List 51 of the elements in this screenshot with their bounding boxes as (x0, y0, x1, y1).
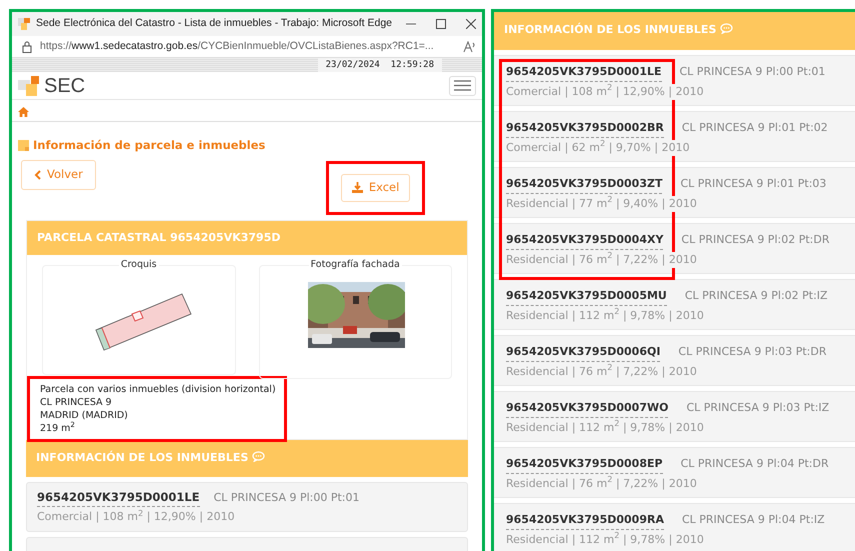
property-details: Comercial | 108 m$^{2}$ | 12,90% | 2010 (506, 84, 704, 100)
property-code[interactable]: 9654205VK3795D0007WO (506, 400, 668, 418)
property-code[interactable]: 9654205VK3795D0006QI (506, 344, 660, 362)
property-row[interactable]: 9654205VK3795D0005MU CL PRINCESA 9 Pl:02 Pt:IZ Residencial | 112 m$^{2}$ | 9,78% | 2010 (494, 279, 855, 330)
property-code[interactable]: 9654205VK3795D0009RA (506, 512, 664, 530)
property-row[interactable]: 9654205VK3795D0001LE CL PRINCESA 9 Pl:00 Pt:01 Comercial | 108 m$^{2}$ | 12,90% | 2010 (494, 55, 855, 106)
parcel-info: Parcela con varios inmuebles (division horizontal) CL PRINCESA 9 MADRID (MADRID) 219 m$^{2}$ (30, 379, 284, 439)
property-row[interactable]: 9654205VK3795D0006QI CL PRINCESA 9 Pl:03 Pt:DR Residencial | 76 m$^{2}$ | 7,22% | 2010 (494, 335, 855, 386)
property-code[interactable]: 9654205VK3795D0001LE (37, 488, 200, 507)
property-code[interactable]: 9654205VK3795D0001LE (506, 64, 662, 82)
property-details: Comercial | 108 m$^{2}$ | 12,90% | 2010 (37, 508, 236, 525)
property-code[interactable]: 9654205VK3795D0003ZT (506, 176, 662, 194)
property-address: CL PRINCESA 9 Pl:02 Pt:IZ (684, 288, 828, 304)
date-time: 23/02/2024 12:59:28 (318, 58, 442, 72)
property-code[interactable]: 9654205VK3795D0008EP (506, 456, 663, 474)
property-details: Comercial | 62 m$^{2}$ | 9,70% | 2010 (506, 140, 690, 156)
property-address: CL PRINCESA 9 Pl:01 Pt:03 (680, 176, 826, 192)
property-row[interactable]: 9654205VK3795D0001LE CL PRINCESA 9 Pl:00 Pt:01 Comercial | 108 m$^{2}$ | 12,90% | 2010 (26, 482, 468, 532)
property-row[interactable]: 9654205VK3795D0002BR CL PRINCESA 9 Pl:01 Pt:02 Comercial | 62 m$^{2}$ | 9,70% | 2010 (494, 111, 855, 162)
panel-title: Fotografía fachada (308, 259, 402, 270)
property-address: CL PRINCESA 9 Pl:03 Pt:IZ (686, 400, 830, 416)
url-text[interactable]: https://www1.sedecatastro.gob.es/CYCBienInmueble/OVCListaBienes.aspx?RC1=... (40, 38, 434, 54)
property-details: Residencial | 112 m$^{2}$ | 9,78% | 2010 (506, 420, 704, 436)
property-address: CL PRINCESA 9 Pl:01 Pt:02 (682, 120, 828, 136)
property-address: CL PRINCESA 9 Pl:00 Pt:01 (214, 490, 360, 506)
logo-text: SEC (44, 74, 86, 98)
section-heading: INFORMACIÓN DE LOS INMUEBLES (36, 451, 248, 464)
property-row[interactable]: 9654205VK3795D0008EP CL PRINCESA 9 Pl:04 Pt:DR Residencial | 76 m$^{2}$ | 7,22% | 2010 (494, 447, 855, 498)
property-code[interactable]: 9654205VK3795D0005MU (506, 288, 667, 306)
property-details: Residencial | 77 m$^{2}$ | 9,40% | 2010 (506, 196, 697, 212)
property-row[interactable]: 9654205VK3795D0004XY CL PRINCESA 9 Pl:02 Pt:DR Residencial | 76 m$^{2}$ | 7,22% | 2010 (494, 223, 855, 274)
card-header: PARCELA CATASTRAL 9654205VK3795D (27, 220, 467, 255)
property-row[interactable]: 9654205VK3795D0009RA CL PRINCESA 9 Pl:04 Pt:IZ Residencial | 112 m$^{2}$ | 9,78% | 2010 (494, 503, 855, 551)
property-address: CL PRINCESA 9 Pl:00 Pt:01 (680, 64, 826, 80)
property-row[interactable]: 9654205VK3795D0003ZT CL PRINCESA 9 Pl:01 Pt:03 Residencial | 77 m$^{2}$ | 9,40% | 2010 (494, 167, 855, 218)
property-code[interactable]: 9654205VK3795D0002BR (506, 120, 664, 138)
property-code[interactable]: 9654205VK3795D0004XY (506, 232, 664, 250)
property-address: CL PRINCESA 9 Pl:04 Pt:IZ (682, 512, 825, 528)
property-address: CL PRINCESA 9 Pl:03 Pt:DR (678, 344, 826, 360)
window-title: Sede Electrónica del Catastro - Lista de inmuebles - Trabajo: Microsoft Edge (36, 16, 392, 32)
property-address: CL PRINCESA 9 Pl:02 Pt:DR (681, 232, 830, 248)
property-details: Residencial | 76 m$^{2}$ | 7,22% | 2010 (506, 252, 697, 268)
property-address: CL PRINCESA 9 Pl:04 Pt:DR (680, 456, 829, 472)
section-title: Información de parcela e inmuebles (33, 137, 266, 154)
property-details: Residencial | 112 m$^{2}$ | 9,78% | 2010 (506, 308, 704, 324)
section-heading: INFORMACIÓN DE LOS INMUEBLES (504, 23, 716, 36)
panel-title: Croquis (118, 259, 159, 270)
property-details: Residencial | 112 m$^{2}$ | 9,78% | 2010 (506, 532, 704, 548)
property-details: Residencial | 76 m$^{2}$ | 7,22% | 2010 (506, 364, 697, 380)
property-row[interactable]: 9654205VK3795D0007WO CL PRINCESA 9 Pl:03 Pt:IZ Residencial | 112 m$^{2}$ | 9,78% | 2010 (494, 391, 855, 442)
property-details: Residencial | 76 m$^{2}$ | 7,22% | 2010 (506, 476, 697, 492)
